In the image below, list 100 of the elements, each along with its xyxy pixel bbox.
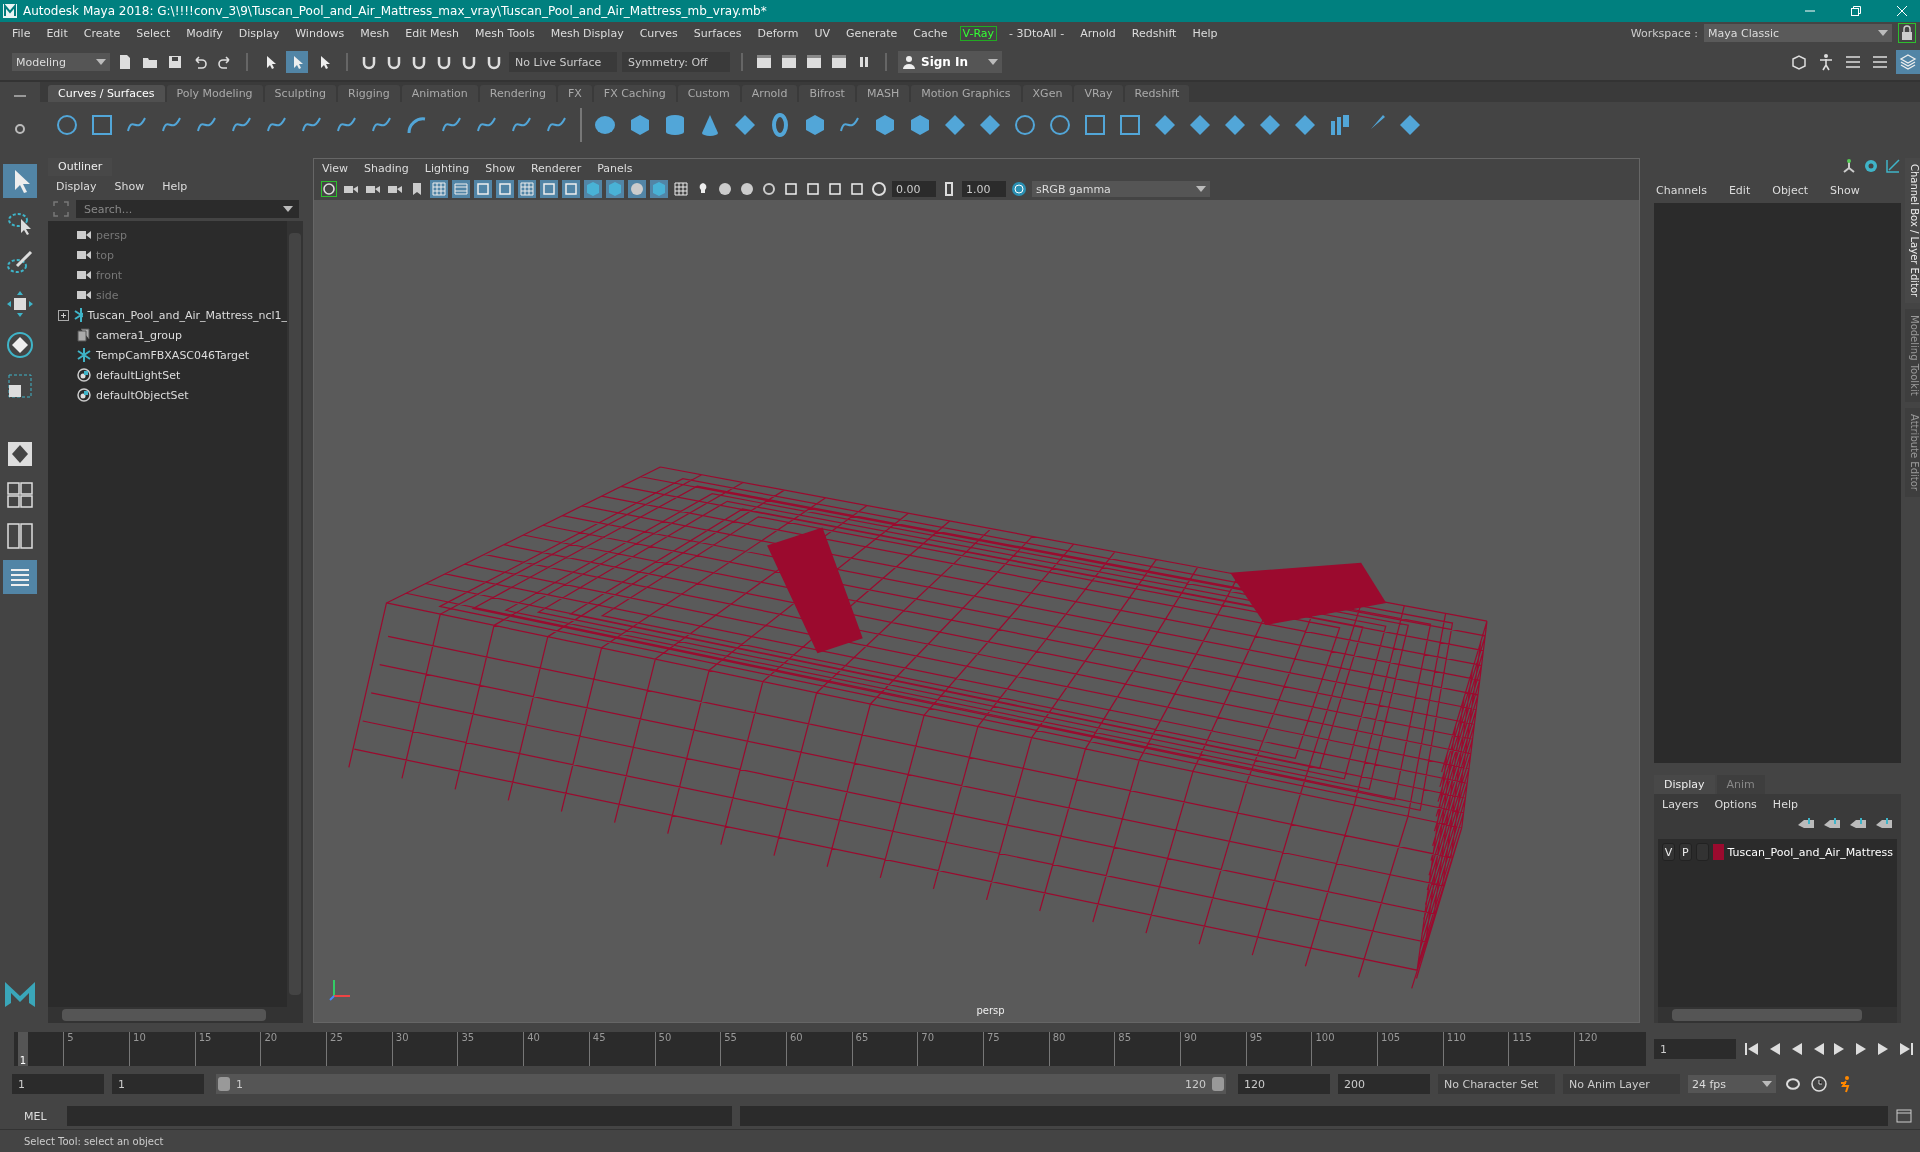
slider-handle[interactable]	[218, 1077, 230, 1091]
menu-item[interactable]: Channels	[1656, 184, 1707, 197]
menu-item[interactable]: Generate	[837, 26, 906, 40]
menu-item[interactable]: Mesh	[352, 26, 398, 40]
side-tab[interactable]: Channel Box / Layer Editor	[1905, 158, 1920, 304]
shelf-tab[interactable]: FX	[557, 85, 592, 102]
shelf-tab[interactable]: Rendering	[479, 85, 556, 102]
menu-item[interactable]: Renderer	[530, 162, 582, 175]
dropdown-caret-icon[interactable]	[283, 206, 293, 212]
scrollbar[interactable]	[48, 1007, 303, 1023]
square-icon[interactable]	[1083, 113, 1107, 137]
playback-toggle[interactable]: P	[1678, 843, 1692, 861]
menu-item[interactable]: File	[4, 26, 39, 40]
grid-icon[interactable]	[430, 180, 448, 198]
scrollbar[interactable]	[287, 221, 303, 1007]
shelf-tab[interactable]: Sculpting	[264, 85, 336, 102]
layer-arrow-icon[interactable]	[1797, 817, 1815, 831]
layer-editor-tab[interactable]: Display	[1654, 775, 1715, 794]
outliner-item[interactable]: defaultLightSet	[96, 368, 181, 382]
square-icon[interactable]	[562, 180, 580, 198]
slider-handle[interactable]	[1212, 1077, 1224, 1091]
menu-item[interactable]: View	[322, 162, 349, 175]
outliner-item[interactable]: camera1_group	[96, 328, 182, 342]
shelf-tab[interactable]: Curves / Surfaces	[48, 85, 165, 102]
square-icon[interactable]	[804, 180, 822, 198]
square-icon[interactable]	[848, 180, 866, 198]
visibility-toggle[interactable]: V	[1662, 843, 1675, 861]
menu-item[interactable]: Edit	[1728, 184, 1751, 197]
square-icon[interactable]	[782, 180, 800, 198]
menu-item[interactable]: Arnold	[1072, 26, 1124, 40]
side-tab[interactable]: Attribute Editor	[1905, 407, 1920, 497]
command-language-label[interactable]: MEL	[0, 1109, 59, 1123]
workspace-dropdown[interactable]: Maya Classic	[1704, 24, 1892, 42]
shelf-tab[interactable]: Poly Modeling	[166, 85, 263, 102]
menu-item[interactable]: Mesh Tools	[467, 26, 543, 40]
menu-item[interactable]: Windows	[287, 26, 353, 40]
menu-item[interactable]: Layers	[1662, 798, 1699, 811]
menu-item[interactable]: Help	[1772, 798, 1798, 811]
menu-item[interactable]: Lighting	[424, 162, 470, 175]
script-editor-icon[interactable]	[1896, 1108, 1912, 1124]
menu-item[interactable]: Display	[230, 26, 288, 40]
diamond-icon[interactable]	[1258, 113, 1282, 137]
shelf-tab[interactable]: FX Caching	[593, 85, 676, 102]
square-icon[interactable]	[90, 113, 114, 137]
film-icon[interactable]	[452, 180, 470, 198]
gamma-field[interactable]: 1.00	[962, 181, 1006, 197]
layer-name[interactable]: Tuscan_Pool_and_Air_Mattress	[1727, 845, 1893, 859]
graph-icon[interactable]	[1885, 158, 1901, 174]
expand-icon[interactable]	[58, 309, 69, 321]
outliner-tab[interactable]: Outliner	[48, 158, 113, 176]
settings-icon[interactable]	[14, 123, 26, 135]
menu-item[interactable]: Shading	[364, 162, 409, 175]
command-input-field[interactable]	[66, 1106, 732, 1126]
shelf-tab[interactable]: XGen	[1022, 85, 1073, 102]
grid-icon[interactable]	[672, 180, 690, 198]
layer-arrow-icon[interactable]	[1875, 817, 1893, 831]
square-icon[interactable]	[826, 180, 844, 198]
outliner-item[interactable]: defaultObjectSet	[96, 388, 189, 402]
symmetry-field[interactable]: Symmetry: Off	[622, 52, 730, 72]
bar-chart-icon[interactable]	[1328, 113, 1352, 137]
outliner-item[interactable]: Tuscan_Pool_and_Air_Mattress_ncl1_	[87, 308, 287, 322]
diamond-icon[interactable]	[943, 113, 967, 137]
grid-icon[interactable]	[518, 180, 536, 198]
live-surface-field[interactable]: No Live Surface	[509, 52, 617, 72]
menu-item[interactable]: Display	[56, 180, 97, 193]
shelf-tab[interactable]: Bifrost	[799, 85, 855, 102]
menu-item[interactable]: Panels	[597, 162, 633, 175]
menu-item[interactable]: Modify	[178, 26, 231, 40]
diamond-icon[interactable]	[1398, 113, 1422, 137]
aperture-icon[interactable]	[870, 180, 888, 198]
search-field[interactable]: Search...	[76, 200, 299, 218]
diamond-icon[interactable]	[733, 113, 757, 137]
mode-dropdown[interactable]: Modeling	[12, 53, 110, 71]
shelf-tab[interactable]: MASH	[856, 85, 910, 102]
menu-item[interactable]: Surfaces	[685, 26, 750, 40]
menu-item[interactable]: Edit Mesh	[397, 26, 468, 40]
diamond-icon[interactable]	[1188, 113, 1212, 137]
shelf-tab[interactable]: Custom	[677, 85, 740, 102]
square-icon[interactable]	[474, 180, 492, 198]
cylinder-icon[interactable]	[663, 113, 687, 137]
layer-arrow-icon[interactable]	[1849, 817, 1867, 831]
menu-item[interactable]: Object	[1772, 184, 1809, 197]
current-frame-marker[interactable]: 1	[18, 1032, 28, 1066]
menu-item[interactable]: Select	[128, 26, 179, 40]
playback-icon[interactable]	[1898, 1042, 1914, 1056]
layer-arrow-icon[interactable]	[1823, 817, 1841, 831]
circle-icon[interactable]	[760, 180, 778, 198]
square-icon[interactable]	[496, 180, 514, 198]
menu-item[interactable]: Show	[114, 180, 145, 193]
menu-item[interactable]: Cache	[905, 26, 956, 40]
circle-icon[interactable]	[1013, 113, 1037, 137]
clock-icon[interactable]	[1810, 1075, 1828, 1093]
anim-layer-dropdown[interactable]: No Anim Layer	[1563, 1074, 1680, 1094]
playback-end-field[interactable]: 120	[1238, 1074, 1330, 1094]
outliner-item[interactable]: TempCamFBXASC046Target	[96, 348, 250, 362]
close-icon[interactable]	[1896, 5, 1908, 17]
square-icon[interactable]	[1118, 113, 1142, 137]
playback-icon[interactable]	[1744, 1042, 1760, 1056]
cube-icon[interactable]	[908, 113, 932, 137]
menu-item[interactable]: Help	[1184, 26, 1226, 40]
